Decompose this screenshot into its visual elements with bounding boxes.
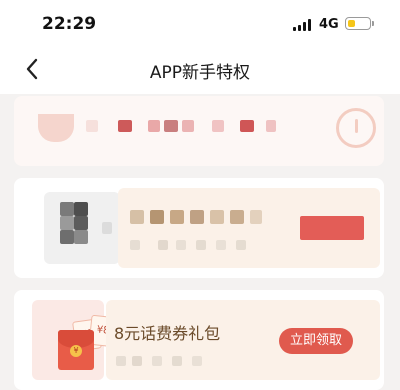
blurred-text	[240, 120, 254, 132]
product-thumbnail	[44, 192, 120, 264]
bowl-icon	[38, 114, 74, 142]
blurred-text	[132, 356, 142, 366]
nav-bar: APP新手特权	[0, 44, 400, 94]
blurred-text	[118, 120, 132, 132]
blurred-text	[116, 356, 126, 366]
blurred-text	[182, 120, 194, 132]
blurred-text	[164, 120, 178, 132]
blurred-text	[152, 356, 162, 366]
privilege-info	[118, 188, 380, 268]
page-title: APP新手特权	[149, 63, 251, 83]
blurred-text	[192, 356, 202, 366]
network-type: 4G	[319, 17, 339, 32]
blurred-text	[172, 356, 182, 366]
privilege-card-blurred[interactable]	[14, 178, 384, 278]
claim-button[interactable]: 立即领取	[279, 328, 353, 354]
clock-icon	[336, 108, 376, 148]
signal-icon	[293, 19, 313, 31]
blurred-text	[86, 120, 98, 132]
blurred-text	[266, 120, 276, 132]
prize-name: 8元话费券礼包	[114, 324, 221, 343]
privilege-card-phone-credit[interactable]: ¥8 ¥8 ¥ 8元话费券礼包 立即领取	[14, 290, 384, 390]
status-bar: 22:29 4G	[0, 0, 400, 44]
battery-icon	[345, 17, 374, 30]
status-time: 22:29	[42, 14, 97, 34]
privilege-banner[interactable]	[14, 96, 384, 166]
coin-icon: ¥	[70, 345, 82, 357]
blurred-text	[212, 120, 224, 132]
red-envelope-illustration: ¥8 ¥8 ¥	[32, 300, 118, 380]
blurred-text	[148, 120, 160, 132]
